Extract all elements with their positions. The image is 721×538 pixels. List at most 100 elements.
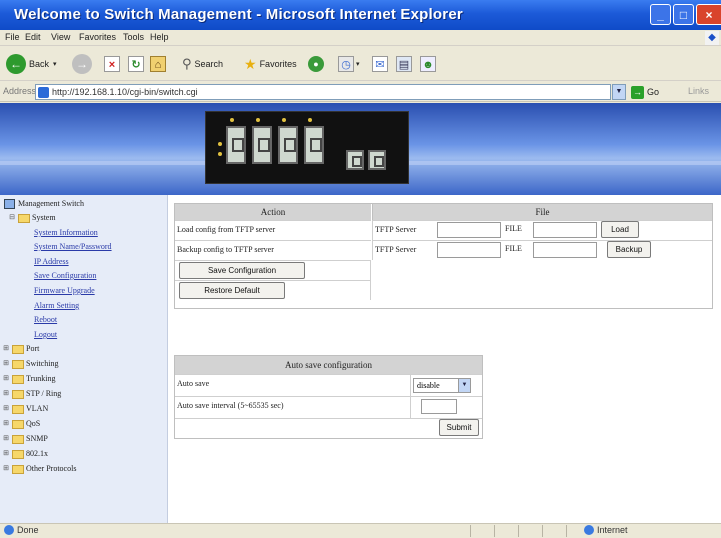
tree-folder-vlan[interactable]: ⊞ VLAN [2, 402, 48, 416]
tree-folder-port[interactable]: ⊞ Port [2, 342, 39, 356]
menu-favorites[interactable]: Favorites [79, 32, 116, 42]
window-title: Welcome to Switch Management - Microsoft… [14, 6, 463, 23]
tree-folder-snmp[interactable]: ⊞ SNMP [2, 432, 48, 446]
close-button[interactable]: × [696, 4, 721, 25]
sidebar-item-system-name-password[interactable]: System Name/Password [34, 240, 112, 254]
favorites-label: Favorites [259, 59, 297, 69]
main-content: Action File Load config from TFTP server… [168, 195, 721, 523]
led-icon [308, 118, 312, 122]
status-divider [494, 525, 495, 537]
menu-file[interactable]: File [5, 32, 20, 42]
search-button[interactable]: ⚲ Search [182, 53, 223, 75]
refresh-button[interactable]: ↻ [128, 53, 144, 75]
stop-button[interactable]: × [104, 53, 120, 75]
print-button[interactable]: ▤ [396, 53, 412, 75]
folder-icon [12, 359, 24, 369]
tree-folder-802-1x[interactable]: ⊞ 802.1x [2, 447, 48, 461]
tree-folder-label: System [32, 213, 56, 222]
minimize-button[interactable]: _ [650, 4, 671, 25]
chevron-down-icon: ▾ [356, 61, 360, 68]
backup-file-input[interactable] [533, 242, 597, 258]
status-divider [470, 525, 471, 537]
maximize-icon: □ [679, 8, 688, 22]
sidebar-item-alarm-setting[interactable]: Alarm Setting [34, 299, 79, 313]
media-button[interactable]: ● [308, 53, 324, 75]
led-icon [230, 118, 234, 122]
history-button[interactable]: ◷ ▾ [338, 53, 360, 75]
sidebar-item-reboot[interactable]: Reboot [34, 313, 57, 327]
load-row-label: Load config from TFTP server [175, 220, 371, 240]
tree-folder-system[interactable]: ⊟ System [8, 211, 56, 225]
mail-button[interactable]: ✉ [372, 53, 388, 75]
tftp-server-label: TFTP Server [375, 245, 417, 254]
led-icon [282, 118, 286, 122]
status-divider [518, 525, 519, 537]
sidebar-item-system-information[interactable]: System Information [34, 226, 98, 240]
menu-help[interactable]: Help [150, 32, 169, 42]
tftp-server-label: TFTP Server [375, 225, 417, 234]
address-dropdown[interactable]: ▼ [612, 84, 626, 100]
auto-save-interval-input[interactable] [421, 399, 457, 414]
menu-edit[interactable]: Edit [25, 32, 41, 42]
home-button[interactable]: ⌂ [150, 53, 166, 75]
tree-folder-label: 802.1x [26, 449, 48, 458]
tree-folder-label: Trunking [26, 374, 56, 383]
backup-tftp-server-input[interactable] [437, 242, 501, 258]
menu-tools[interactable]: Tools [123, 32, 144, 42]
backup-file-label: FILE [505, 244, 522, 253]
go-button[interactable]: → Go [631, 84, 659, 100]
submit-button[interactable]: Submit [439, 419, 479, 436]
sidebar-item-save-configuration[interactable]: Save Configuration [34, 269, 96, 283]
chevron-down-icon: ▼ [615, 88, 623, 95]
sidebar-item-logout[interactable]: Logout [34, 328, 57, 342]
stop-icon: × [104, 56, 120, 72]
go-label: Go [647, 87, 660, 97]
status-left: Done [4, 525, 39, 535]
tree-root[interactable]: Management Switch [4, 197, 84, 211]
tree-folder-label: Port [26, 344, 40, 353]
save-configuration-button[interactable]: Save Configuration [179, 262, 305, 279]
autosave-table: Auto save configuration Auto save disabl… [174, 355, 483, 439]
menu-view[interactable]: View [51, 32, 70, 42]
tree-folder-stp-ring[interactable]: ⊞ STP / Ring [2, 387, 61, 401]
expand-icon: ⊞ [3, 374, 9, 383]
maximize-button[interactable]: □ [673, 4, 694, 25]
file-header: File [372, 204, 712, 220]
ie-page-icon [38, 87, 49, 98]
tree-folder-other-protocols[interactable]: ⊞ Other Protocols [2, 462, 76, 476]
back-button[interactable]: ← Back ▾ [6, 53, 57, 75]
close-icon: × [705, 8, 713, 22]
messenger-button[interactable]: ☻ [420, 53, 436, 75]
backup-button[interactable]: Backup [607, 241, 651, 258]
home-icon: ⌂ [150, 56, 166, 72]
tree-folder-label: STP / Ring [26, 389, 62, 398]
load-tftp-server-input[interactable] [437, 222, 501, 238]
auto-save-interval-label: Auto save interval (5~65535 sec) [175, 396, 410, 418]
search-icon: ⚲ [182, 56, 192, 71]
expand-icon: ⊞ [3, 434, 9, 443]
tree-root-label: Management Switch [18, 199, 84, 208]
status-zone: Internet [584, 525, 628, 535]
load-file-input[interactable] [533, 222, 597, 238]
restore-default-button[interactable]: Restore Default [179, 282, 285, 299]
load-button[interactable]: Load [601, 221, 639, 238]
links-toolbar[interactable]: Links [688, 86, 709, 96]
auto-save-select[interactable]: disable ▼ [413, 378, 471, 393]
status-divider [566, 525, 567, 537]
sidebar-item-firmware-upgrade[interactable]: Firmware Upgrade [34, 284, 95, 298]
favorites-button[interactable]: ★ Favorites [244, 53, 297, 75]
address-input[interactable]: http://192.168.1.10/cgi-bin/switch.cgi [35, 84, 611, 100]
sidebar-tree: Management Switch ⊟ System System Informa… [0, 195, 168, 523]
sidebar-item-ip-address[interactable]: IP Address [34, 255, 69, 269]
back-arrow-icon: ← [6, 54, 26, 74]
tree-folder-trunking[interactable]: ⊞ Trunking [2, 372, 56, 386]
action-header: Action [175, 204, 371, 220]
ethernet-port-icon [278, 126, 298, 164]
tree-folder-switching[interactable]: ⊞ Switching [2, 357, 58, 371]
folder-icon [12, 374, 24, 384]
media-icon: ● [308, 56, 324, 72]
tree-folder-qos[interactable]: ⊞ QoS [2, 417, 40, 431]
forward-button[interactable]: → [72, 53, 92, 75]
status-text: Done [17, 525, 39, 535]
title-bar: Welcome to Switch Management - Microsoft… [0, 0, 721, 30]
